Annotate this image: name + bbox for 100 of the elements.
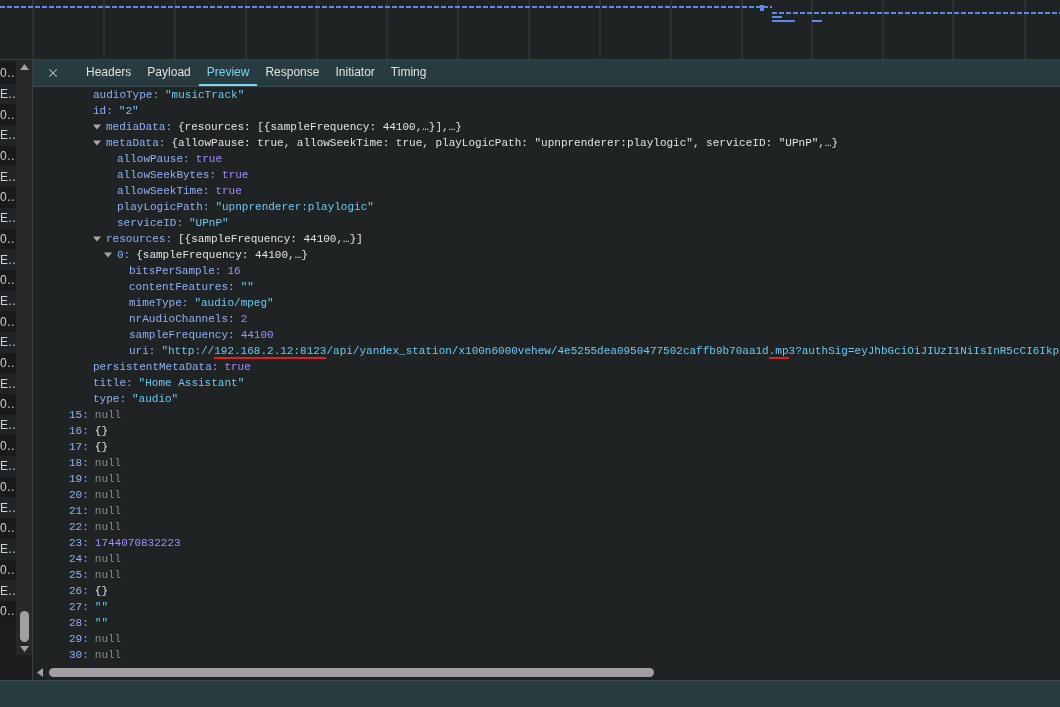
property-value: 2: [240, 311, 248, 327]
request-name[interactable]: E…: [0, 456, 17, 477]
property-value: null: [94, 551, 122, 567]
property-key: nrAudioChannels:: [129, 310, 235, 328]
property-key: mimeType:: [129, 294, 189, 312]
property-value: "": [94, 599, 108, 615]
property-value: {allowPause: true, allowSeekTime: true, playLogicPath: "upnprenderer:playlogic", serviceID: "UPnP",…}: [171, 135, 839, 151]
property-value: 1744070832223: [94, 535, 181, 551]
property-key: 21:: [69, 502, 89, 520]
property-key: uri:: [129, 342, 156, 360]
disclosure-triangle-icon[interactable]: [104, 251, 112, 259]
tab[interactable]: Headers: [78, 60, 140, 86]
property-key: title:: [93, 374, 133, 392]
property-key: playLogicPath:: [117, 198, 210, 216]
tab[interactable]: Timing: [382, 60, 435, 86]
property-key: 29:: [69, 630, 89, 648]
property-value: "audio/mpeg": [194, 295, 274, 311]
scrollbar-thumb[interactable]: [19, 611, 29, 642]
property-key: 26:: [69, 582, 89, 600]
request-name[interactable]: E…: [0, 331, 17, 353]
property-value: null: [94, 487, 122, 503]
request-name[interactable]: E…: [0, 125, 17, 146]
disclosure-triangle-icon[interactable]: [93, 123, 101, 131]
property-value: "UPnP": [189, 215, 229, 231]
scrollbar-thumb[interactable]: [49, 667, 654, 677]
request-name[interactable]: E…: [0, 373, 17, 394]
property-value: null: [94, 455, 122, 471]
property-value: true: [222, 167, 249, 183]
property-key: type:: [93, 390, 126, 408]
property-value: {}: [94, 423, 108, 439]
property-value: null: [94, 647, 122, 663]
property-value: "Home Assistant": [138, 375, 245, 391]
property-value: "": [94, 615, 108, 631]
property-value: "musicTrack": [165, 87, 245, 103]
property-key: bitsPerSample:: [129, 262, 222, 280]
property-key: serviceID:: [117, 214, 183, 232]
property-key: resources:: [106, 230, 172, 248]
property-value: null: [94, 519, 122, 535]
scroll-left-icon[interactable]: [37, 667, 43, 677]
property-value: null: [94, 407, 122, 423]
property-value: {resources: [{sampleFrequency: 44100,…}],…}: [178, 119, 462, 135]
property-key: 17:: [69, 438, 89, 456]
scroll-up-icon[interactable]: [19, 64, 29, 70]
property-key: id:: [93, 102, 113, 120]
request-name[interactable]: E…: [0, 580, 17, 601]
property-value: null: [94, 471, 122, 487]
property-value: "audio": [132, 391, 179, 407]
property-value: true: [224, 359, 251, 375]
disclosure-triangle-icon[interactable]: [93, 139, 101, 147]
property-key: 25:: [69, 566, 89, 584]
close-icon: [46, 66, 60, 80]
request-name[interactable]: E…: [0, 290, 17, 312]
property-key: metaData:: [106, 134, 166, 152]
property-key: 0:: [117, 246, 131, 264]
property-key: persistentMetaData:: [93, 358, 219, 376]
property-key: 16:: [69, 422, 89, 440]
property-value: "http://192.168.2.12:8123/api/yandex_station/x100n6000vehew/4e5255dea0950477502caffb9b70aa1d.mp3?authSig=eyJhbGciOiJIUzI1NiIsInR5cCI6Ikp: [161, 343, 1060, 360]
property-value: null: [94, 631, 122, 647]
property-value: true: [195, 151, 223, 167]
disclosure-triangle-icon[interactable]: [93, 235, 101, 243]
property-value: null: [94, 567, 122, 583]
property-value: true: [215, 183, 242, 199]
property-value: 44100: [240, 327, 274, 343]
property-key: 18:: [69, 454, 89, 472]
property-key: 19:: [69, 470, 89, 488]
tab[interactable]: Response: [257, 60, 328, 86]
request-name[interactable]: E…: [0, 414, 17, 436]
property-value: null: [94, 503, 122, 519]
property-key: allowSeekBytes:: [117, 166, 217, 184]
property-value: "2": [118, 103, 139, 119]
property-key: sampleFrequency:: [129, 326, 235, 344]
property-value: "upnprenderer:playlogic": [215, 199, 374, 215]
request-name[interactable]: E…: [0, 83, 17, 105]
property-value: [{sampleFrequency: 44100,…}]: [178, 231, 363, 247]
scroll-down-icon[interactable]: [19, 646, 29, 652]
property-key: allowSeekTime:: [117, 182, 210, 200]
tab[interactable]: Initiator: [327, 60, 383, 86]
property-key: 24:: [69, 550, 89, 568]
property-key: 20:: [69, 486, 89, 504]
property-key: 27:: [69, 598, 89, 616]
request-name[interactable]: E…: [0, 207, 17, 229]
request-name[interactable]: E…: [0, 249, 17, 270]
property-key: contentFeatures:: [129, 278, 235, 296]
property-key: 28:: [69, 614, 89, 632]
tab[interactable]: Payload: [139, 60, 199, 86]
property-key: 22:: [69, 518, 89, 536]
property-key: audioType:: [93, 87, 159, 104]
property-value: 16: [227, 263, 241, 279]
tab[interactable]: Preview: [198, 60, 258, 86]
property-key: 15:: [69, 406, 89, 424]
property-key: 23:: [69, 534, 89, 552]
property-value: {}: [94, 583, 108, 599]
property-key: allowPause:: [117, 150, 190, 168]
request-name[interactable]: E…: [0, 497, 17, 519]
property-key: mediaData:: [106, 118, 172, 136]
request-name[interactable]: E…: [0, 166, 17, 188]
property-value: {}: [94, 439, 108, 455]
property-value: "": [240, 279, 254, 295]
request-name[interactable]: E…: [0, 538, 17, 560]
property-value: {sampleFrequency: 44100,…}: [136, 247, 308, 263]
